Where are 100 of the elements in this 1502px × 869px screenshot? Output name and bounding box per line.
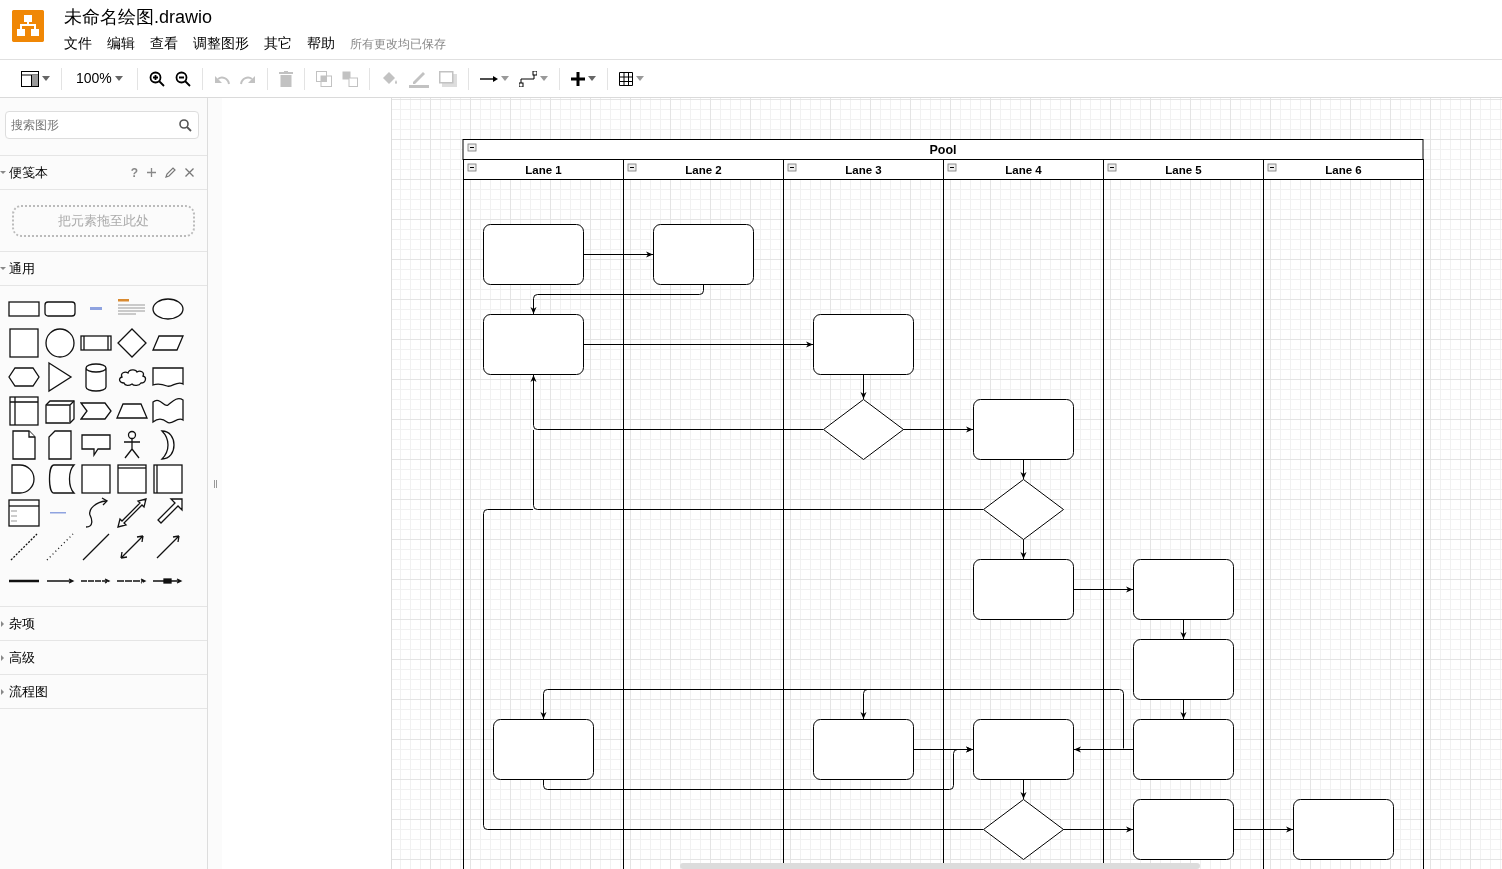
connector-arrow[interactable]	[1180, 698, 1187, 720]
process-shape[interactable]	[973, 399, 1074, 460]
menu-item[interactable]: 调整图形	[193, 33, 264, 54]
process-shape[interactable]	[483, 314, 584, 375]
section-title[interactable]: 便笺本	[9, 162, 48, 183]
decision-shape[interactable]	[983, 799, 1064, 860]
process-shape[interactable]	[1133, 639, 1234, 700]
connector-arrow[interactable]	[860, 689, 868, 720]
connector-arrow[interactable]	[902, 426, 974, 433]
connector-arrow[interactable]	[1062, 826, 1134, 833]
collapse-icon[interactable]	[467, 143, 477, 152]
lane-header[interactable]	[1263, 159, 1424, 180]
process-shape[interactable]	[1133, 799, 1234, 860]
pencil-icon[interactable]	[165, 167, 176, 178]
shadow-icon	[438, 70, 457, 87]
container-icon[interactable]	[116, 463, 148, 495]
connector-arrow[interactable]	[1020, 458, 1027, 480]
save-status: 所有更改均已保存	[350, 35, 446, 53]
menu-item[interactable]: 文件	[64, 33, 107, 54]
collapse-icon[interactable]	[467, 163, 477, 172]
plus-icon[interactable]	[147, 168, 156, 177]
connector-line[interactable]	[1119, 689, 1124, 749]
menu-item[interactable]: 编辑	[107, 33, 150, 54]
diamond-icon[interactable]	[116, 327, 148, 359]
process-shape[interactable]	[813, 314, 914, 375]
connection-button[interactable]	[478, 73, 510, 84]
square-icon[interactable]	[8, 327, 40, 359]
splitter-handle-icon[interactable]	[213, 479, 217, 488]
process-shape[interactable]	[813, 719, 914, 780]
connector-arrow[interactable]	[543, 746, 974, 790]
insert-button[interactable]	[569, 70, 597, 87]
lane-title: Lane 2	[685, 163, 722, 176]
internal-storage-icon[interactable]	[8, 395, 40, 427]
connector-line[interactable]	[483, 509, 984, 830]
menu-item[interactable]: 其它	[264, 33, 307, 54]
menu-item[interactable]: 查看	[150, 33, 193, 54]
collapse-arrow-icon[interactable]	[0, 264, 8, 273]
connector-arrow[interactable]	[1020, 538, 1027, 560]
collapse-arrow-icon[interactable]	[0, 168, 8, 177]
dotted-line-icon[interactable]	[44, 531, 76, 563]
circle-icon[interactable]	[44, 327, 76, 359]
app-logo-icon	[12, 10, 44, 42]
section-title[interactable]: 流程图	[9, 681, 48, 702]
document-title[interactable]: 未命名绘图.drawio	[64, 5, 446, 29]
process-shape[interactable]	[973, 559, 1074, 620]
zoom-out-icon	[174, 70, 191, 87]
collapse-icon[interactable]	[787, 163, 797, 172]
zoom-in-button[interactable]	[147, 69, 166, 88]
section-title[interactable]: 高级	[9, 647, 35, 668]
waypoints-button[interactable]	[517, 69, 549, 88]
collapse-icon[interactable]	[947, 163, 957, 172]
search-field[interactable]: 搜索图形	[5, 111, 199, 139]
format-panel-button[interactable]	[20, 69, 51, 88]
collapse-icon[interactable]	[627, 163, 637, 172]
connector-arrow[interactable]	[1073, 586, 1134, 593]
container-icon[interactable]	[152, 463, 184, 495]
pool-header[interactable]	[462, 139, 1424, 160]
section-title[interactable]: 通用	[9, 258, 35, 279]
scrollbar-thumb[interactable]	[680, 863, 1200, 869]
close-icon[interactable]	[185, 168, 194, 177]
lane-header[interactable]	[463, 159, 624, 180]
zoom-out-button[interactable]	[173, 69, 192, 88]
lane-header[interactable]	[623, 159, 784, 180]
list-icon[interactable]	[8, 497, 40, 529]
pool-title: Pool	[929, 142, 957, 157]
connector-arrow[interactable]	[530, 374, 824, 430]
menu-item[interactable]: 帮助	[307, 33, 350, 54]
decision-shape[interactable]	[823, 399, 904, 460]
connector-arrow[interactable]	[530, 283, 704, 315]
lane-header[interactable]	[783, 159, 944, 180]
collapse-icon[interactable]	[1267, 163, 1277, 172]
connector-arrow[interactable]	[1073, 746, 1134, 753]
connector-arrow[interactable]	[1020, 778, 1027, 800]
connector-arrow[interactable]	[583, 341, 814, 348]
search-icon[interactable]	[179, 119, 192, 132]
process-shape[interactable]	[493, 719, 594, 780]
double-arrow-icon[interactable]	[116, 497, 148, 529]
process-shape[interactable]	[1133, 719, 1234, 780]
container-icon[interactable]	[80, 463, 112, 495]
lane-header[interactable]	[943, 159, 1104, 180]
process-shape[interactable]	[973, 719, 1074, 780]
decision-shape[interactable]	[983, 479, 1064, 540]
connector-arrow[interactable]	[1180, 618, 1187, 640]
process-shape[interactable]	[1133, 559, 1234, 620]
section-title[interactable]: 杂项	[9, 613, 35, 634]
process-shape[interactable]	[1293, 799, 1394, 860]
collapse-icon[interactable]	[1107, 163, 1117, 172]
process-shape[interactable]	[653, 224, 754, 285]
caret-icon	[114, 76, 123, 81]
caret-icon	[539, 76, 548, 81]
line-icon[interactable]	[80, 531, 112, 563]
table-button[interactable]	[617, 70, 645, 87]
connector-arrow[interactable]	[1233, 826, 1294, 833]
lane-header[interactable]	[1103, 159, 1264, 180]
connector-arrow[interactable]	[860, 373, 867, 400]
connector-line[interactable]	[533, 429, 984, 510]
connector-arrow[interactable]	[540, 689, 548, 720]
connector-arrow[interactable]	[583, 251, 654, 258]
process-shape[interactable]	[483, 224, 584, 285]
zoom-dropdown[interactable]: 100%	[72, 68, 127, 89]
